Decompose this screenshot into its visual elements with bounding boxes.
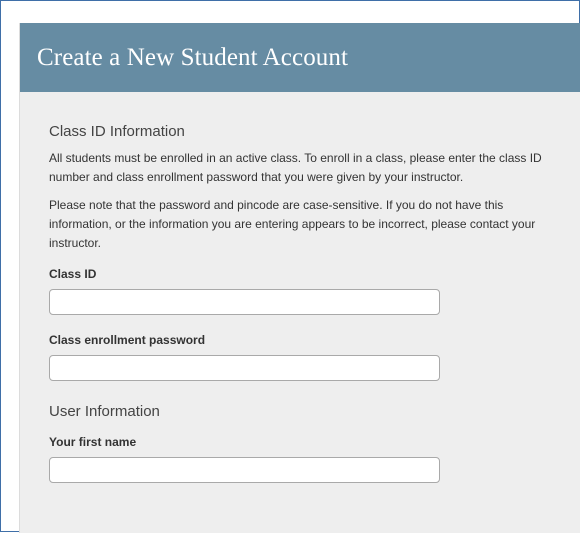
class-id-label: Class ID — [49, 267, 97, 281]
enrollment-password-input[interactable] — [49, 355, 440, 381]
panel-header: Create a New Student Account — [20, 23, 580, 92]
page-title: Create a New Student Account — [37, 43, 349, 71]
user-info-section-heading: User Information — [49, 403, 160, 420]
enrollment-instructions: All students must be enrolled in an acti… — [49, 151, 542, 184]
class-id-section-heading: Class ID Information — [49, 123, 185, 140]
class-id-input[interactable] — [49, 289, 440, 315]
form-body: Class ID Information All students must b… — [20, 123, 580, 483]
enrollment-password-label: Class enrollment password — [49, 333, 206, 347]
case-sensitivity-note: Please note that the password and pincod… — [49, 198, 536, 250]
create-account-panel: Create a New Student Account Class ID In… — [19, 23, 580, 533]
first-name-input[interactable] — [49, 457, 440, 483]
first-name-label: Your first name — [49, 435, 137, 449]
window-frame: Create a New Student Account Class ID In… — [0, 0, 580, 533]
